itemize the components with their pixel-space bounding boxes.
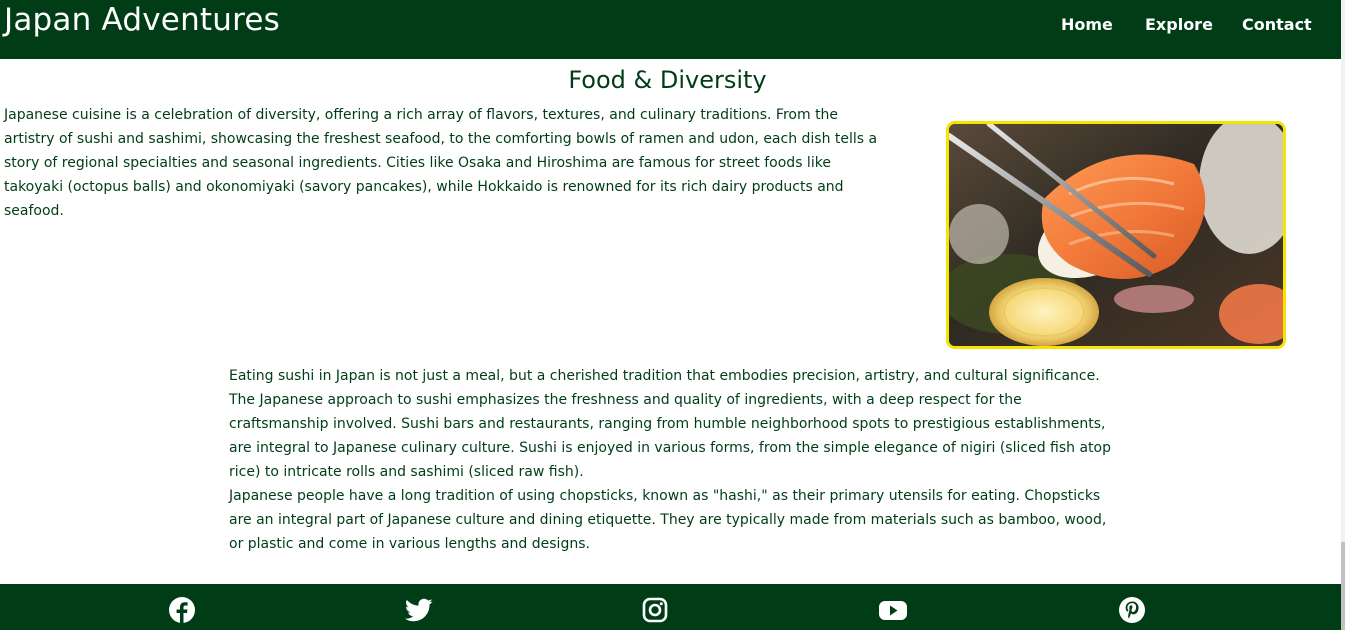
- nav-contact-link[interactable]: Contact: [1242, 14, 1312, 36]
- pinterest-icon[interactable]: [1118, 596, 1146, 624]
- nav-explore-link[interactable]: Explore: [1145, 14, 1213, 36]
- youtube-icon[interactable]: [878, 596, 907, 624]
- sushi-photo: [946, 121, 1286, 349]
- instagram-icon[interactable]: [641, 596, 669, 624]
- chopsticks-paragraph-text: Japanese people have a long tradition of…: [229, 488, 1107, 552]
- facebook-icon[interactable]: [168, 596, 196, 624]
- sushi-paragraph-text: Eating sushi in Japan is not just a meal…: [229, 368, 1111, 480]
- top-navbar: Japan Adventures Home Explore Contact: [0, 0, 1341, 59]
- scrollbar-thumb[interactable]: [1341, 542, 1345, 630]
- sushi-tradition-paragraph: Eating sushi in Japan is not just a meal…: [229, 364, 1114, 556]
- page-scrollbar[interactable]: [1341, 0, 1345, 630]
- page: Japan Adventures Home Explore Contact Fo…: [0, 0, 1345, 630]
- sushi-chopsticks-image: [949, 124, 1283, 346]
- nav-home-link[interactable]: Home: [1061, 14, 1113, 36]
- twitter-icon[interactable]: [404, 596, 433, 624]
- footer-bar: [0, 584, 1341, 630]
- site-brand[interactable]: Japan Adventures: [4, 0, 280, 40]
- page-title: Food & Diversity: [568, 66, 767, 94]
- cuisine-intro-paragraph: Japanese cuisine is a celebration of div…: [4, 107, 878, 219]
